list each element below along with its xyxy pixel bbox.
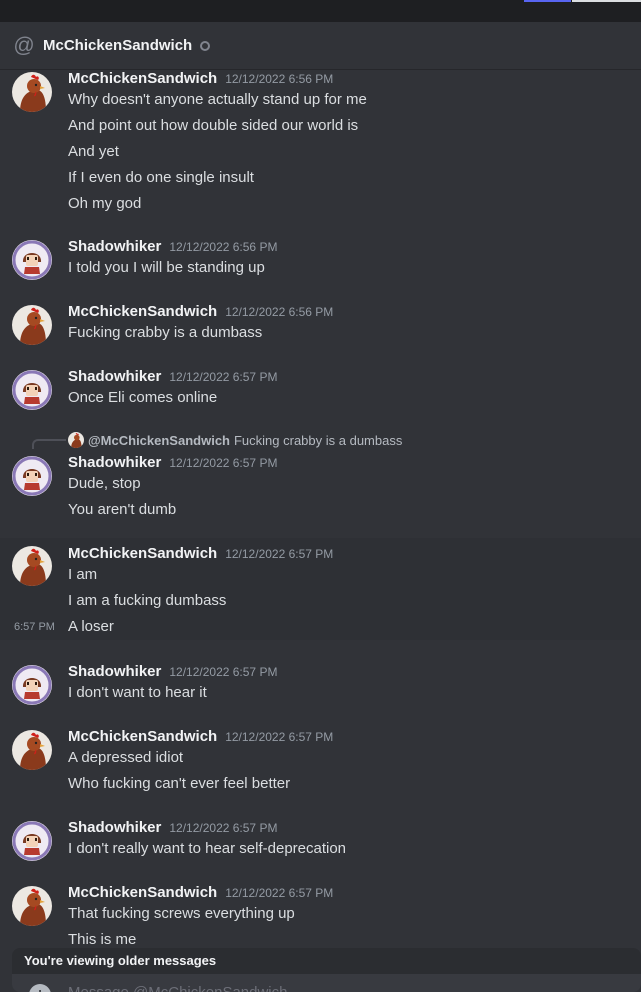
timestamp: 12/12/2022 6:57 PM: [169, 665, 278, 679]
older-messages-banner[interactable]: You're viewing older messages: [12, 948, 641, 974]
avatar-girl-icon[interactable]: [12, 456, 52, 496]
avatar-rooster-icon[interactable]: [12, 730, 52, 770]
avatar-rooster-icon[interactable]: [12, 305, 52, 345]
message-group: Shadowhiker 12/12/2022 6:56 PM I told you…: [0, 238, 641, 283]
avatar-rooster-icon[interactable]: [12, 886, 52, 926]
avatar-girl-icon[interactable]: [12, 370, 52, 410]
message-text: I am a fucking dumbass: [68, 592, 227, 609]
reply-text: Fucking crabby is a dumbass: [233, 432, 403, 448]
message-text: I am: [68, 566, 98, 583]
message-group: Shadowhiker 12/12/2022 6:57 PM Once Eli c…: [0, 368, 641, 413]
username[interactable]: McChickenSandwich: [68, 728, 217, 745]
timestamp: 12/12/2022 6:57 PM: [169, 821, 278, 835]
hover-timestamp: 6:57 PM: [14, 621, 55, 633]
timestamp: 12/12/2022 6:57 PM: [225, 886, 334, 900]
timestamp: 12/12/2022 6:56 PM: [225, 305, 334, 319]
reply-spine: [32, 439, 66, 449]
username[interactable]: McChickenSandwich: [68, 303, 217, 320]
message-group: Shadowhiker 12/12/2022 6:57 PM I don't re…: [0, 819, 641, 864]
reply-preview[interactable]: @McChickenSandwich Fucking crabby is a d…: [68, 432, 402, 448]
message-text: This is me: [68, 931, 137, 948]
message-text: A depressed idiot: [68, 749, 184, 766]
message-text: Why doesn't anyone actually stand up for…: [68, 91, 367, 108]
avatar-rooster-icon[interactable]: [12, 546, 52, 586]
avatar-girl-icon[interactable]: [12, 665, 52, 705]
message-group: McChickenSandwich 12/12/2022 6:57 PM A de…: [0, 728, 641, 798]
message-text: I don't really want to hear self-depreca…: [68, 840, 347, 857]
message-group: McChickenSandwich 12/12/2022 6:56 PM Why …: [0, 70, 641, 225]
timestamp: 12/12/2022 6:57 PM: [169, 456, 278, 470]
username[interactable]: Shadowhiker: [68, 819, 161, 836]
message-composer[interactable]: + Message @McChickenSandwich: [12, 974, 641, 992]
tab-indicator: [524, 0, 571, 2]
top-strip: [0, 0, 641, 22]
timestamp: 12/12/2022 6:57 PM: [225, 547, 334, 561]
add-attachment-icon[interactable]: +: [29, 984, 51, 992]
message-text: And yet: [68, 143, 119, 160]
avatar-girl-icon[interactable]: [12, 821, 52, 861]
channel-header: @ McChickenSandwich: [0, 22, 641, 70]
message-group-hovered: McChickenSandwich 12/12/2022 6:57 PM I am…: [0, 538, 641, 640]
message-text: And point out how double sided our world…: [68, 117, 359, 134]
username[interactable]: McChickenSandwich: [68, 884, 217, 901]
username[interactable]: Shadowhiker: [68, 663, 161, 680]
reply-username[interactable]: @McChickenSandwich: [88, 433, 230, 448]
username[interactable]: McChickenSandwich: [68, 545, 217, 562]
message-text: Who fucking can't ever feel better: [68, 775, 291, 792]
at-icon: @: [13, 33, 35, 57]
message-text: Oh my god: [68, 195, 142, 212]
message-group-reply: @McChickenSandwich Fucking crabby is a d…: [0, 432, 641, 527]
timestamp: 12/12/2022 6:56 PM: [169, 240, 278, 254]
message-text: I told you I will be standing up: [68, 259, 265, 276]
username[interactable]: Shadowhiker: [68, 454, 161, 471]
message-text: If I even do one single insult: [68, 169, 254, 186]
username[interactable]: Shadowhiker: [68, 368, 161, 385]
message-list[interactable]: McChickenSandwich 12/12/2022 6:56 PM Why …: [0, 70, 641, 950]
message-group: McChickenSandwich 12/12/2022 6:57 PM That…: [0, 884, 641, 950]
message-text: Once Eli comes online: [68, 389, 218, 406]
message-text: A loser: [68, 618, 114, 635]
message-text: You aren't dumb: [68, 501, 177, 518]
message-group: McChickenSandwich 12/12/2022 6:56 PM Fuck…: [0, 303, 641, 348]
message-input-placeholder[interactable]: Message @McChickenSandwich: [68, 984, 288, 992]
avatar-girl-icon[interactable]: [12, 240, 52, 280]
offline-status-icon: [200, 40, 211, 51]
timestamp: 12/12/2022 6:56 PM: [225, 72, 334, 86]
tab-indicator-secondary: [572, 0, 641, 2]
message-text: That fucking screws everything up: [68, 905, 295, 922]
channel-title[interactable]: McChickenSandwich: [43, 37, 192, 54]
reply-avatar-icon: [68, 432, 84, 448]
message-text: I don't want to hear it: [68, 684, 207, 701]
message-group: Shadowhiker 12/12/2022 6:57 PM I don't wa…: [0, 663, 641, 708]
message-text: Dude, stop: [68, 475, 141, 492]
username[interactable]: Shadowhiker: [68, 238, 161, 255]
timestamp: 12/12/2022 6:57 PM: [225, 730, 334, 744]
username[interactable]: McChickenSandwich: [68, 70, 217, 87]
timestamp: 12/12/2022 6:57 PM: [169, 370, 278, 384]
message-text: Fucking crabby is a dumbass: [68, 324, 263, 341]
avatar-rooster-icon[interactable]: [12, 72, 52, 112]
